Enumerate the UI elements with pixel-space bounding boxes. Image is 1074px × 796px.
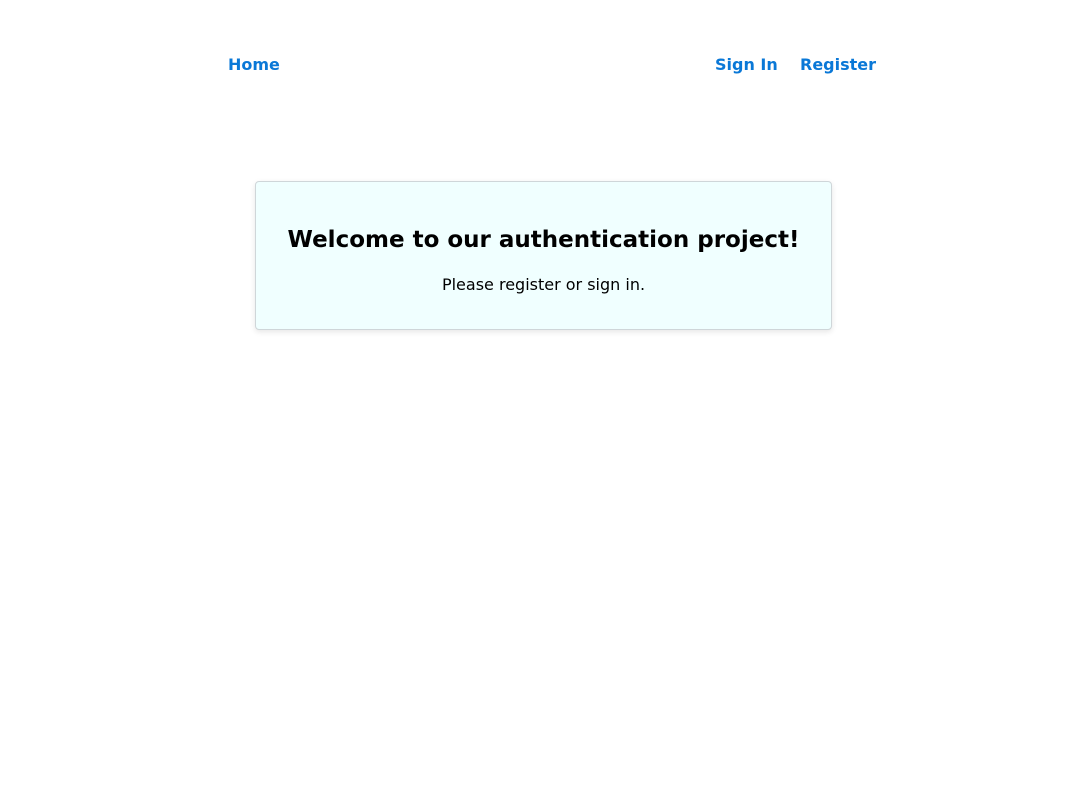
register-link[interactable]: Register bbox=[800, 55, 876, 75]
welcome-message: Please register or sign in. bbox=[441, 275, 646, 294]
sign-in-link[interactable]: Sign In bbox=[715, 55, 778, 75]
top-navigation: Home Sign In Register bbox=[0, 0, 1074, 130]
welcome-card: Welcome to our authentication project! P… bbox=[255, 181, 832, 330]
welcome-title: Welcome to our authentication project! bbox=[287, 227, 800, 253]
home-link[interactable]: Home bbox=[228, 55, 280, 75]
